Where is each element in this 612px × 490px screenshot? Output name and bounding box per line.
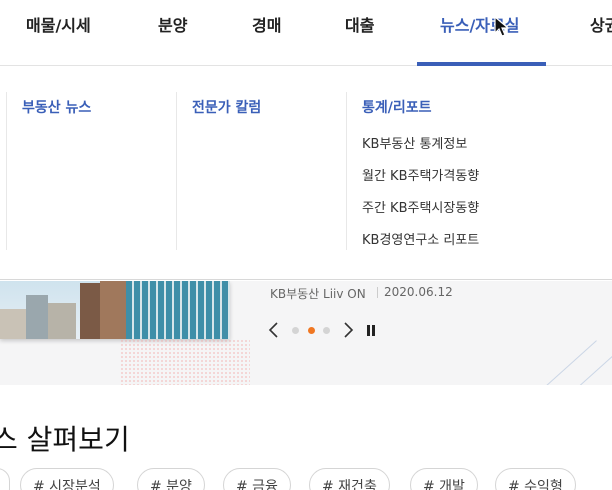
menu-link-kb-research-report[interactable]: KB경영연구소 리포트 xyxy=(362,229,479,248)
decorative-line xyxy=(544,340,597,385)
nav-item-auction[interactable]: 경매 xyxy=(252,12,281,36)
menu-heading-real-estate-news[interactable]: 부동산 뉴스 xyxy=(22,97,91,117)
slide-dot-1[interactable] xyxy=(292,327,299,334)
article-date: 2020.06.12 xyxy=(384,285,453,299)
global-nav: 매물/시세 분양 경매 대출 뉴스/자료실 상권 xyxy=(0,0,612,66)
menu-link-weekly-housing-market[interactable]: 주간 KB주택시장동향 xyxy=(362,197,479,216)
tag-presale[interactable]: # 분양 xyxy=(137,468,205,490)
column-divider xyxy=(176,92,177,250)
decorative-pattern xyxy=(120,339,250,385)
tag-market-analysis[interactable]: # 시장분석 xyxy=(20,468,114,490)
nav-item-commercial[interactable]: 상권 xyxy=(590,12,612,36)
tag-finance[interactable]: # 금융 xyxy=(223,468,291,490)
slide-dot-2[interactable] xyxy=(308,327,315,334)
article-source: KB부동산 Liiv ON xyxy=(270,287,366,301)
slide-dot-3[interactable] xyxy=(323,327,330,334)
prev-slide-icon[interactable] xyxy=(268,321,280,339)
nav-item-presale[interactable]: 분양 xyxy=(158,12,187,36)
meta-divider xyxy=(377,287,378,298)
pause-icon[interactable] xyxy=(366,325,376,336)
tag-income-property[interactable]: # 수익형 xyxy=(495,468,576,490)
section-title: 스 살펴보기 xyxy=(0,423,130,456)
tag-reconstruction[interactable]: # 재건축 xyxy=(309,468,390,490)
news-banner: KB부동산 Liiv ON 2020.06.12 xyxy=(0,281,612,385)
next-slide-icon[interactable] xyxy=(342,321,354,339)
building-photo[interactable] xyxy=(0,281,230,339)
nav-item-listings[interactable]: 매물/시세 xyxy=(26,12,91,36)
menu-link-kb-statistics[interactable]: KB부동산 통계정보 xyxy=(362,133,467,152)
mouse-cursor-icon xyxy=(494,16,510,37)
decorative-line xyxy=(564,352,612,385)
tag-development[interactable]: # 개발 xyxy=(410,468,478,490)
menu-heading-statistics-report[interactable]: 통계/리포트 xyxy=(362,97,432,117)
menu-heading-expert-column[interactable]: 전문가 칼럼 xyxy=(192,97,261,117)
column-divider xyxy=(6,92,7,250)
tag-chip-partial[interactable] xyxy=(0,468,10,490)
menu-link-monthly-housing-price[interactable]: 월간 KB주택가격동향 xyxy=(362,165,479,184)
news-dropdown-panel: 부동산 뉴스 전문가 칼럼 통계/리포트 KB부동산 통계정보 월간 KB주택가… xyxy=(0,66,612,280)
column-divider xyxy=(346,92,347,250)
nav-item-loan[interactable]: 대출 xyxy=(345,12,374,36)
